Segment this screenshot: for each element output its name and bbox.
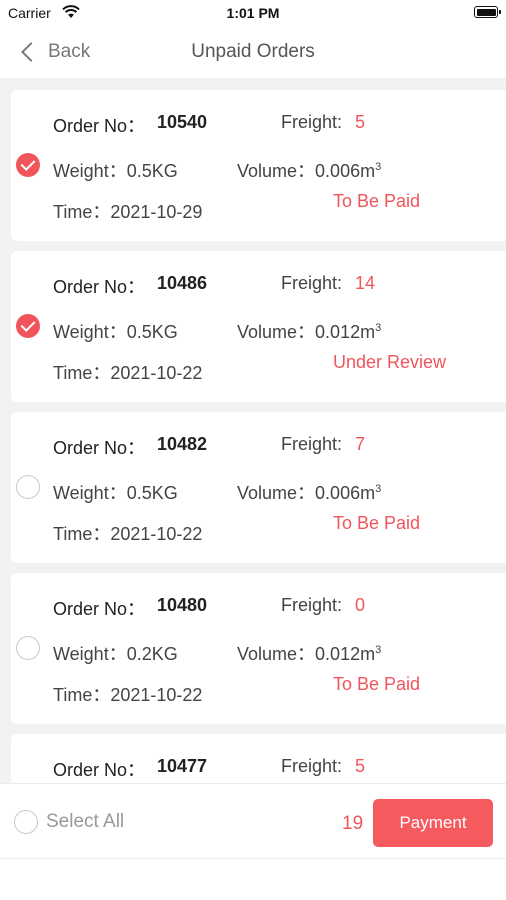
- time-value: 2021-10-22: [110, 685, 203, 705]
- order-no-label: Order No：: [53, 277, 146, 297]
- time-value: 2021-10-22: [110, 524, 203, 544]
- weight-value: 0.5KG: [126, 161, 178, 181]
- payment-button[interactable]: Payment: [373, 799, 493, 847]
- volume-field: Volume：0.006m3: [237, 157, 381, 183]
- order-checkbox[interactable]: [16, 153, 40, 177]
- volume-field: Volume：0.012m3: [237, 318, 381, 344]
- order-status: To Be Paid: [333, 674, 421, 694]
- time-field: Time：2021-10-22: [53, 681, 202, 707]
- volume-field: Volume：0.006m3: [237, 479, 381, 505]
- time-field: Time：2021-10-22: [53, 520, 202, 546]
- weight-value: 0.5KG: [126, 483, 178, 503]
- battery-icon: [474, 6, 501, 18]
- weight-label: Weight：: [53, 161, 127, 181]
- volume-label: Volume：: [237, 644, 316, 664]
- weight-field: Weight：0.5KG: [53, 318, 178, 344]
- volume-value: 0.012: [315, 644, 361, 664]
- volume-unit: m3: [360, 161, 382, 181]
- home-indicator-area: [0, 858, 506, 900]
- weight-label: Weight：: [53, 322, 127, 342]
- order-no-value: 10477: [157, 756, 208, 776]
- freight-label: Freight:: [281, 273, 343, 293]
- order-card[interactable]: Order No： 10480 Freight: 0 Weight：0.2KG …: [11, 573, 506, 724]
- volume-unit: m3: [360, 644, 382, 664]
- volume-field: Volume：0.012m3: [237, 640, 381, 666]
- select-all-checkbox[interactable]: Select All: [14, 810, 124, 834]
- volume-unit: m3: [360, 322, 382, 342]
- time-field: Time：2021-10-22: [53, 359, 202, 385]
- order-checkbox[interactable]: [16, 636, 40, 660]
- weight-field: Weight：0.5KG: [53, 157, 178, 183]
- order-checkbox[interactable]: [16, 314, 40, 338]
- order-no-label: Order No：: [53, 438, 146, 458]
- navigation-bar: Back Unpaid Orders: [0, 26, 506, 78]
- weight-field: Weight：0.2KG: [53, 640, 178, 666]
- volume-value: 0.012: [315, 322, 361, 342]
- freight-value: 7: [355, 434, 366, 454]
- volume-value: 0.006: [315, 161, 361, 181]
- order-card[interactable]: Order No： 10486 Freight: 14 Weight：0.5KG…: [11, 251, 506, 402]
- page-title: Unpaid Orders: [191, 41, 315, 62]
- freight-label: Freight:: [281, 112, 343, 132]
- order-status: To Be Paid: [333, 191, 421, 211]
- freight-value: 5: [355, 756, 366, 776]
- freight-value: 0: [355, 595, 366, 615]
- volume-unit: m3: [360, 483, 382, 503]
- order-no-label: Order No：: [53, 599, 146, 619]
- select-all-label: Select All: [46, 811, 125, 832]
- order-card[interactable]: Order No： 10477 Freight: 5: [11, 734, 506, 783]
- freight-label: Freight:: [281, 434, 343, 454]
- volume-label: Volume：: [237, 322, 316, 342]
- weight-label: Weight：: [53, 644, 127, 664]
- order-card[interactable]: Order No： 10540 Freight: 5 Weight：0.5KG …: [11, 90, 506, 241]
- time-label: Time：: [53, 202, 111, 222]
- order-checkbox[interactable]: [16, 475, 40, 499]
- weight-value: 0.2KG: [126, 644, 178, 664]
- order-list[interactable]: Order No： 10540 Freight: 5 Weight：0.5KG …: [0, 78, 506, 783]
- order-card[interactable]: Order No： 10482 Freight: 7 Weight：0.5KG …: [11, 412, 506, 563]
- order-no-label: Order No：: [53, 116, 146, 136]
- time-value: 2021-10-22: [110, 363, 203, 383]
- order-no-value: 10540: [157, 112, 208, 132]
- time-label: Time：: [53, 524, 111, 544]
- time-value: 2021-10-29: [110, 202, 203, 222]
- freight-label: Freight:: [281, 756, 343, 776]
- total-amount: 19: [342, 813, 364, 834]
- time-label: Time：: [53, 685, 111, 705]
- order-no-value: 10482: [157, 434, 208, 454]
- weight-field: Weight：0.5KG: [53, 479, 178, 505]
- order-no-label: Order No：: [53, 760, 146, 780]
- select-all-circle: [14, 810, 38, 834]
- weight-label: Weight：: [53, 483, 127, 503]
- order-status: Under Review: [333, 352, 447, 372]
- order-no-value: 10480: [157, 595, 208, 615]
- checkout-bar: Select All 19 Payment: [0, 783, 506, 858]
- order-no-value: 10486: [157, 273, 208, 293]
- clock-time: 1:01 PM: [226, 5, 280, 21]
- status-bar: Carrier 1:01 PM: [0, 0, 506, 26]
- order-status: To Be Paid: [333, 513, 421, 533]
- freight-value: 5: [355, 112, 366, 132]
- volume-label: Volume：: [237, 161, 316, 181]
- time-label: Time：: [53, 363, 111, 383]
- freight-value: 14: [355, 273, 376, 293]
- volume-value: 0.006: [315, 483, 361, 503]
- weight-value: 0.5KG: [126, 322, 178, 342]
- volume-label: Volume：: [237, 483, 316, 503]
- time-field: Time：2021-10-29: [53, 198, 202, 224]
- freight-label: Freight:: [281, 595, 343, 615]
